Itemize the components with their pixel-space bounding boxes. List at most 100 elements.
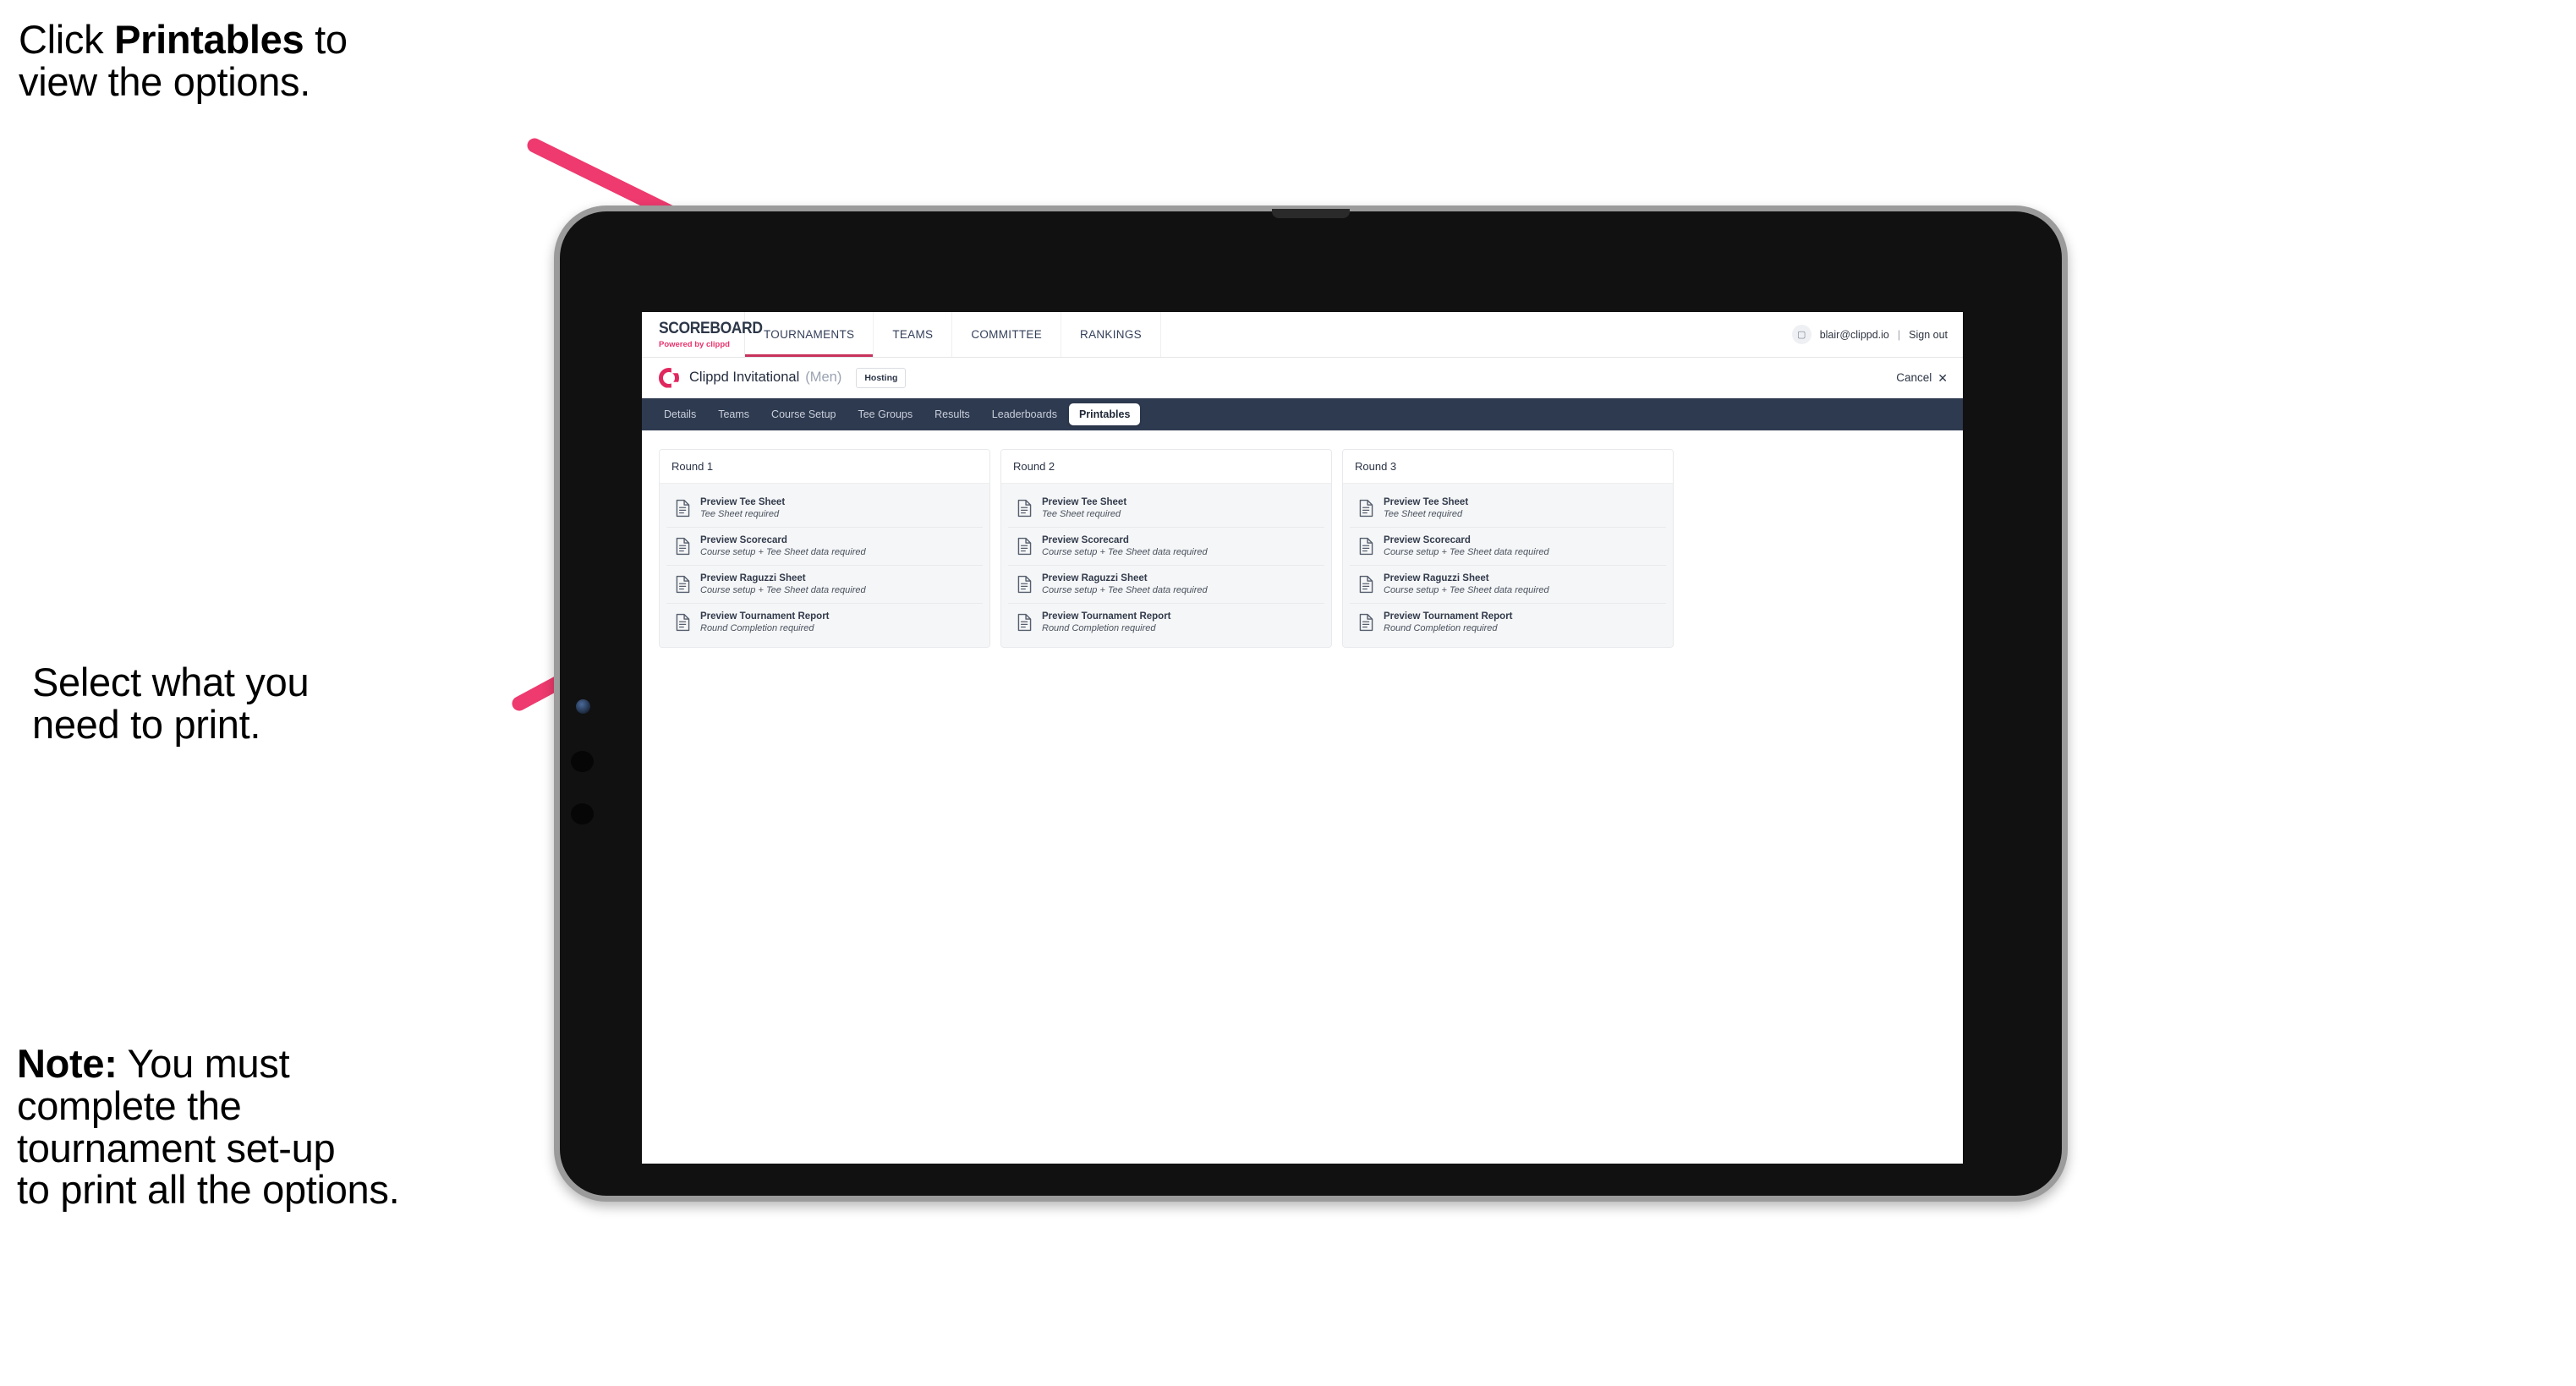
list-item-title: Preview Tee Sheet <box>700 497 786 507</box>
list-item[interactable]: Preview Raguzzi Sheet Course setup + Tee… <box>1350 566 1666 604</box>
list-item-subtitle: Course setup + Tee Sheet data required <box>1384 585 1549 595</box>
document-icon <box>1359 499 1373 518</box>
round-card: Round 2 Preview Tee Sheet Tee Sheet requ… <box>1000 449 1332 648</box>
annotation-step-1-bold: Printables <box>114 17 304 62</box>
tab-teams[interactable]: Teams <box>708 403 759 425</box>
round-title: Round 3 <box>1343 450 1673 484</box>
list-item-title: Preview Tee Sheet <box>1384 497 1469 507</box>
list-item-text: Preview Scorecard Course setup + Tee She… <box>1384 535 1549 557</box>
list-item-text: Preview Scorecard Course setup + Tee She… <box>1042 535 1208 557</box>
clippd-c-logo-icon <box>659 368 679 388</box>
list-item[interactable]: Preview Raguzzi Sheet Course setup + Tee… <box>1008 566 1324 604</box>
tab-printables[interactable]: Printables <box>1068 403 1141 425</box>
list-item-title: Preview Raguzzi Sheet <box>1384 573 1489 583</box>
list-item-subtitle: Course setup + Tee Sheet data required <box>1042 547 1208 557</box>
document-icon <box>676 575 690 594</box>
hosting-status-badge: Hosting <box>856 367 907 388</box>
tab-tee-groups[interactable]: Tee Groups <box>847 403 923 425</box>
menu-item-tournaments[interactable]: TOURNAMENTS <box>745 312 874 357</box>
brand-subtitle: Powered by clippd <box>659 340 744 349</box>
tab-leaderboards[interactable]: Leaderboards <box>982 403 1067 425</box>
list-item[interactable]: Preview Scorecard Course setup + Tee She… <box>666 528 983 566</box>
brand-title: SCOREBOARD <box>659 320 763 337</box>
cancel-label: Cancel <box>1896 371 1932 384</box>
round-items: Preview Tee Sheet Tee Sheet required Pre… <box>660 484 989 647</box>
user-separator: | <box>1897 328 1901 341</box>
list-item-subtitle: Round Completion required <box>1384 623 1498 633</box>
round-card: Round 1 Preview Tee Sheet Tee Sheet requ… <box>659 449 990 648</box>
tablet-device-frame: SCOREBOARD Powered by clippd TOURNAMENTS… <box>554 205 2068 1202</box>
sign-out-link[interactable]: Sign out <box>1909 329 1948 341</box>
list-item-subtitle: Course setup + Tee Sheet data required <box>1384 547 1549 557</box>
round-title: Round 2 <box>1001 450 1331 484</box>
document-icon <box>676 499 690 518</box>
scoreboard-logo[interactable]: SCOREBOARD Powered by clippd <box>642 312 763 357</box>
list-item-subtitle: Round Completion required <box>700 623 814 633</box>
tab-course-setup[interactable]: Course Setup <box>761 403 846 425</box>
document-icon <box>676 613 690 632</box>
document-icon <box>1017 499 1032 518</box>
tournament-subheader: Clippd Invitational (Men) Hosting Cancel… <box>642 358 1963 398</box>
document-icon <box>676 537 690 556</box>
list-item-text: Preview Raguzzi Sheet Course setup + Tee… <box>1384 573 1549 595</box>
menu-item-rankings[interactable]: RANKINGS <box>1061 312 1161 357</box>
rounds-grid: Round 1 Preview Tee Sheet Tee Sheet requ… <box>642 430 1963 648</box>
list-item[interactable]: Preview Tournament Report Round Completi… <box>1008 604 1324 641</box>
list-item[interactable]: Preview Tee Sheet Tee Sheet required <box>1008 490 1324 528</box>
document-icon <box>1017 537 1032 556</box>
list-item-title: Preview Tournament Report <box>1042 611 1171 622</box>
list-item-title: Preview Scorecard <box>700 535 787 545</box>
user-email-label: blair@clippd.io <box>1819 328 1889 341</box>
list-item-text: Preview Tournament Report Round Completi… <box>1384 611 1513 633</box>
brand-subtitle-prefix: Powered by <box>659 340 706 349</box>
list-item[interactable]: Preview Scorecard Course setup + Tee She… <box>1008 528 1324 566</box>
tournament-gender: (Men) <box>805 370 842 385</box>
list-item-title: Preview Tee Sheet <box>1042 497 1127 507</box>
list-item-text: Preview Raguzzi Sheet Course setup + Tee… <box>700 573 866 595</box>
list-item[interactable]: Preview Tee Sheet Tee Sheet required <box>1350 490 1666 528</box>
list-item-subtitle: Tee Sheet required <box>1042 509 1121 519</box>
annotation-note-bold: Note: <box>17 1041 118 1086</box>
list-item-title: Preview Tournament Report <box>1384 611 1513 622</box>
front-camera-icon <box>576 699 590 714</box>
menu-item-teams[interactable]: TEAMS <box>874 312 953 357</box>
list-item-text: Preview Tournament Report Round Completi… <box>700 611 830 633</box>
list-item-subtitle: Course setup + Tee Sheet data required <box>1042 585 1208 595</box>
list-item[interactable]: Preview Raguzzi Sheet Course setup + Tee… <box>666 566 983 604</box>
main-menu: TOURNAMENTS TEAMS COMMITTEE RANKINGS <box>745 312 1161 357</box>
list-item[interactable]: Preview Scorecard Course setup + Tee She… <box>1350 528 1666 566</box>
round-items: Preview Tee Sheet Tee Sheet required Pre… <box>1343 484 1673 647</box>
list-item[interactable]: Preview Tournament Report Round Completi… <box>666 604 983 641</box>
tablet-top-notch <box>1272 209 1350 218</box>
user-area: ▢ blair@clippd.io | Sign out <box>1791 312 1963 357</box>
user-avatar-icon[interactable]: ▢ <box>1791 325 1811 344</box>
list-item[interactable]: Preview Tournament Report Round Completi… <box>1350 604 1666 641</box>
list-item-title: Preview Raguzzi Sheet <box>700 573 806 583</box>
menu-item-committee[interactable]: COMMITTEE <box>952 312 1062 357</box>
list-item-title: Preview Raguzzi Sheet <box>1042 573 1148 583</box>
volume-up-button[interactable] <box>571 751 594 772</box>
list-item-text: Preview Tournament Report Round Completi… <box>1042 611 1171 633</box>
round-card: Round 3 Preview Tee Sheet Tee Sheet requ… <box>1342 449 1674 648</box>
round-title: Round 1 <box>660 450 989 484</box>
tournament-tabs: Details Teams Course Setup Tee Groups Re… <box>642 398 1963 430</box>
annotation-step-2: Select what you need to print. <box>32 660 310 747</box>
list-item-subtitle: Tee Sheet required <box>1384 509 1463 519</box>
tablet-screen: SCOREBOARD Powered by clippd TOURNAMENTS… <box>642 312 1963 1164</box>
cancel-button[interactable]: Cancel ✕ <box>1896 371 1948 384</box>
document-icon <box>1359 575 1373 594</box>
list-item-subtitle: Tee Sheet required <box>700 509 780 519</box>
list-item-text: Preview Tee Sheet Tee Sheet required <box>1042 497 1126 519</box>
list-item-subtitle: Round Completion required <box>1042 623 1156 633</box>
tab-details[interactable]: Details <box>654 403 706 425</box>
volume-down-button[interactable] <box>571 803 594 824</box>
list-item[interactable]: Preview Tee Sheet Tee Sheet required <box>666 490 983 528</box>
list-item-text: Preview Raguzzi Sheet Course setup + Tee… <box>1042 573 1208 595</box>
document-icon <box>1017 575 1032 594</box>
app-top-navigation: SCOREBOARD Powered by clippd TOURNAMENTS… <box>642 312 1963 358</box>
list-item-text: Preview Tee Sheet Tee Sheet required <box>1384 497 1468 519</box>
tab-results[interactable]: Results <box>924 403 980 425</box>
document-icon <box>1017 613 1032 632</box>
list-item-text: Preview Scorecard Course setup + Tee She… <box>700 535 866 557</box>
annotation-step-1: Click Printables to view the options. <box>19 19 560 103</box>
